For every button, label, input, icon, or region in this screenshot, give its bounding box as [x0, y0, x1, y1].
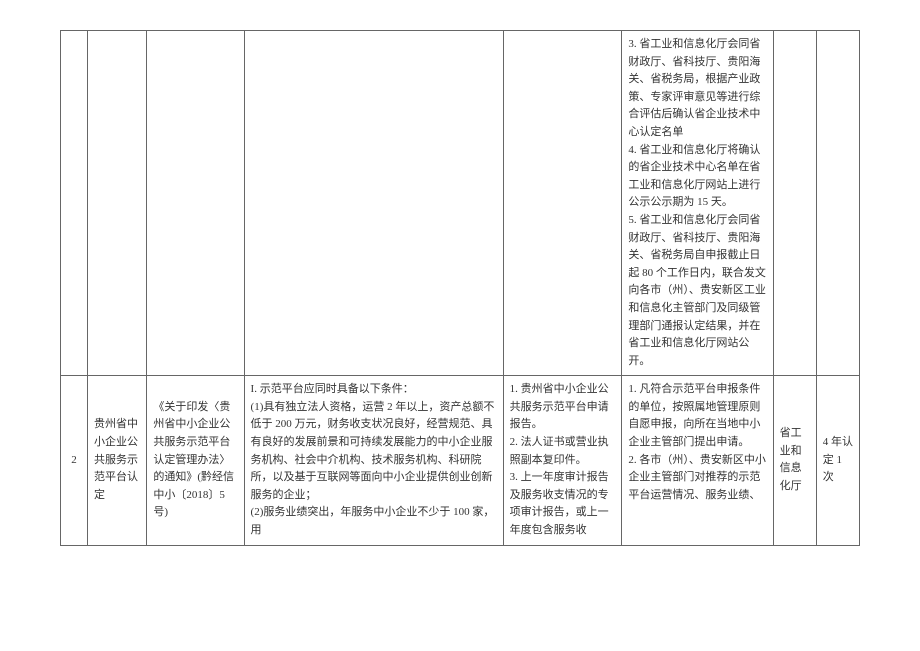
cell-empty: [773, 31, 816, 376]
cell-procedure: 1. 凡符合示范平台申报条件的单位，按照属地管理原则自愿申报，向所在当地中小企业…: [622, 376, 773, 545]
cell-empty: [147, 31, 244, 376]
cell-conditions: I. 示范平台应同时具备以下条件： (1)具有独立法人资格，运营 2 年以上，资…: [244, 376, 503, 545]
cell-empty: [816, 31, 859, 376]
table-row: 2 贵州省中小企业公共服务示范平台认定 《关于印发〈贵州省中小企业公共服务示范平…: [61, 376, 860, 545]
document-page: 3. 省工业和信息化厅会同省财政厅、省科技厅、贵阳海关、省税务局，根据产业政策、…: [0, 0, 920, 651]
cell-empty: [503, 31, 622, 376]
table-row: 3. 省工业和信息化厅会同省财政厅、省科技厅、贵阳海关、省税务局，根据产业政策、…: [61, 31, 860, 376]
cell-name: 贵州省中小企业公共服务示范平台认定: [87, 376, 146, 545]
cell-empty: [61, 31, 88, 376]
cell-procedure: 3. 省工业和信息化厅会同省财政厅、省科技厅、贵阳海关、省税务局，根据产业政策、…: [622, 31, 773, 376]
cell-index: 2: [61, 376, 88, 545]
cell-materials: 1. 贵州省中小企业公共服务示范平台申请报告。 2. 法人证书或营业执照副本复印…: [503, 376, 622, 545]
policy-table: 3. 省工业和信息化厅会同省财政厅、省科技厅、贵阳海关、省税务局，根据产业政策、…: [60, 30, 860, 546]
cell-empty: [244, 31, 503, 376]
cell-basis: 《关于印发〈贵州省中小企业公共服务示范平台认定管理办法〉的通知》(黔经信中小〔2…: [147, 376, 244, 545]
cell-freq: 4 年认定 1 次: [816, 376, 859, 545]
cell-empty: [87, 31, 146, 376]
cell-dept: 省工业和信息化厅: [773, 376, 816, 545]
